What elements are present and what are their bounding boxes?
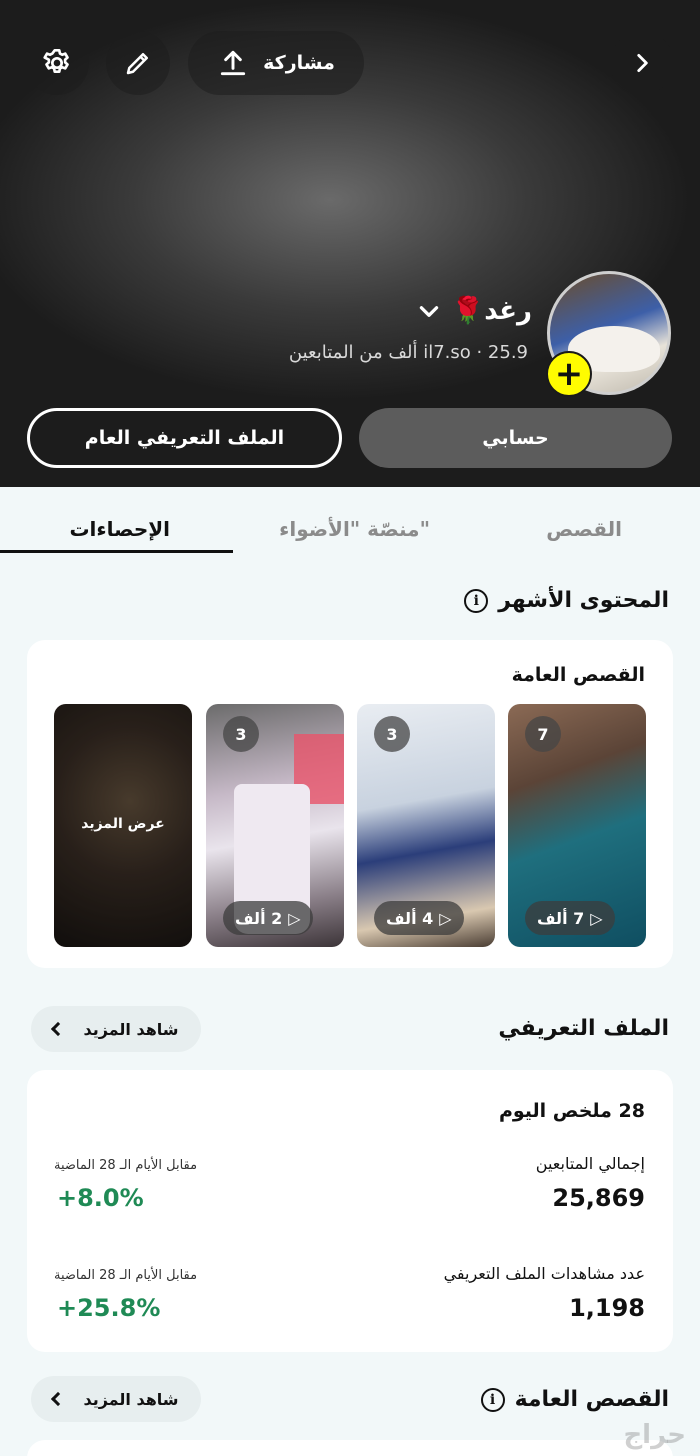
view-more-thumbnail[interactable]: عرض المزيد	[54, 704, 192, 947]
share-label: مشاركة	[263, 52, 335, 74]
tab-insights[interactable]: الإحصاءات	[69, 517, 170, 541]
profile-summary-card: 28 ملخص اليوم إجمالي المتابعين 25,869 مق…	[27, 1070, 673, 1352]
gear-icon	[43, 49, 69, 73]
see-more-button[interactable]: شاهد المزيد	[31, 1376, 201, 1422]
views-pill: ▷ 4 ألف	[374, 901, 464, 935]
upload-icon	[220, 50, 246, 76]
followers-change: +8.0%	[57, 1184, 144, 1212]
back-button[interactable]	[610, 31, 674, 95]
chevron-left-icon	[51, 1391, 66, 1407]
edit-button[interactable]	[106, 31, 170, 95]
story-thumbnail[interactable]: 7 ▷ 7 ألف	[508, 704, 646, 947]
play-icon: ▷	[590, 908, 603, 928]
add-story-button[interactable]: +	[546, 351, 592, 397]
chevron-left-icon	[51, 1021, 66, 1037]
see-more-button[interactable]: شاهد المزيد	[31, 1006, 201, 1052]
profile-header: مشاركة + رغد🌹 il7.so · 25.9 ألف من المتا…	[0, 0, 700, 487]
view-more-label: عرض المزيد	[81, 816, 165, 832]
pencil-icon	[126, 53, 148, 75]
views-change: +25.8%	[57, 1294, 161, 1322]
settings-button[interactable]	[25, 31, 89, 95]
views-pill: ▷ 7 ألف	[525, 901, 615, 935]
info-icon[interactable]: i	[480, 1387, 505, 1412]
views-compare-label: مقابل الأيام الـ 28 الماضية	[54, 1268, 198, 1283]
profile-section-title: الملف التعريفي	[498, 1016, 669, 1041]
profile-sub-info: il7.so · 25.9 ألف من المتابعين	[288, 342, 528, 363]
my-account-button[interactable]: حسابي	[359, 408, 672, 468]
profile-name: رغد🌹	[451, 296, 532, 326]
profile-views-label: عدد مشاهدات الملف التعريفي	[443, 1264, 645, 1283]
story-thumbnail[interactable]: 3 ▷ 2 ألف	[206, 704, 344, 947]
tab-stories[interactable]: القصص	[546, 517, 622, 541]
chevron-right-icon	[637, 54, 648, 72]
chevron-down-icon[interactable]	[416, 298, 442, 324]
total-followers-value: 25,869	[552, 1184, 645, 1212]
info-icon[interactable]: i	[464, 588, 489, 613]
followers-compare-label: مقابل الأيام الـ 28 الماضية	[54, 1158, 198, 1173]
plus-icon: +	[554, 354, 584, 394]
views-pill: ▷ 2 ألف	[223, 901, 313, 935]
public-stories-card	[27, 1440, 673, 1456]
play-icon: ▷	[288, 908, 301, 928]
snap-count-badge: 3	[374, 716, 410, 752]
play-icon: ▷	[439, 908, 452, 928]
profile-name-row[interactable]: رغد🌹	[416, 296, 532, 326]
top-content-title: المحتوى الأشهر i	[464, 588, 669, 613]
active-tab-indicator	[0, 550, 233, 553]
story-thumbnail[interactable]: 3 ▷ 4 ألف	[357, 704, 495, 947]
profile-views-value: 1,198	[569, 1294, 645, 1322]
total-followers-label: إجمالي المتابعين	[535, 1154, 645, 1173]
share-button[interactable]: مشاركة	[188, 31, 364, 95]
profile-tabs: القصص منصّة "الأضواء" الإحصاءات	[0, 487, 700, 557]
public-stories-title: القصص العامة i	[480, 1387, 669, 1412]
public-profile-button[interactable]: الملف التعريفي العام	[27, 408, 342, 468]
snap-count-badge: 3	[223, 716, 259, 752]
tab-spotlight[interactable]: منصّة "الأضواء"	[279, 517, 430, 541]
snap-count-badge: 7	[525, 716, 561, 752]
watermark: حراج	[623, 1420, 686, 1450]
summary-title: 28 ملخص اليوم	[498, 1100, 645, 1122]
public-stories-label: القصص العامة	[511, 664, 645, 686]
